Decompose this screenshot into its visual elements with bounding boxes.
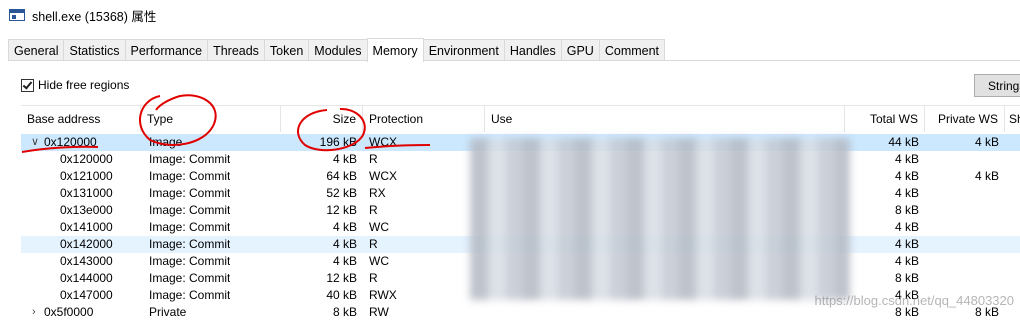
cell-size: 12 kB — [326, 271, 357, 285]
cell-type: Image: Commit — [149, 169, 231, 183]
cell-protection: RW — [369, 305, 389, 319]
column-header-private-ws[interactable]: Private WS — [925, 106, 1005, 132]
cell-private-ws: 4 kB — [974, 135, 999, 149]
cell-protection: R — [369, 237, 378, 251]
column-header-total-ws[interactable]: Total WS — [845, 106, 925, 132]
window-title: shell.exe (15368) 属性 — [32, 9, 157, 24]
cell-private-ws — [925, 185, 999, 202]
chevron-down-icon[interactable]: ∨ — [31, 134, 39, 151]
cell-total-ws: 4 kB — [894, 186, 919, 200]
cell-private-ws — [925, 219, 999, 236]
column-header-use[interactable]: Use — [485, 106, 845, 132]
cell-type: Image: Commit — [149, 254, 231, 268]
cell-base-address: 0x144000 — [60, 271, 113, 285]
cell-size: 4 kB — [332, 152, 357, 166]
cell-total-ws: 4 kB — [894, 254, 919, 268]
cell-protection: R — [369, 152, 378, 166]
cell-size: 4 kB — [332, 237, 357, 251]
hide-free-regions-toggle[interactable]: Hide free regions — [21, 78, 129, 92]
title-bar: shell.exe (15368) 属性 — [0, 0, 1020, 30]
cell-type: Image: Commit — [149, 220, 231, 234]
cell-type: Image: Commit — [149, 186, 231, 200]
tab-token[interactable]: Token — [263, 39, 310, 61]
hide-free-regions-checkbox[interactable] — [21, 78, 34, 92]
tab-general[interactable]: General — [8, 39, 65, 61]
cell-protection: WC — [369, 220, 389, 234]
tab-threads[interactable]: Threads — [207, 39, 265, 61]
watermark: https://blog.csdn.net/qq_44803320 — [814, 293, 1015, 308]
cell-base-address: 0x13e000 — [60, 203, 113, 217]
cell-private-ws — [925, 236, 999, 253]
cell-size: 64 kB — [326, 169, 357, 183]
cell-size: 4 kB — [332, 220, 357, 234]
cell-protection: WC — [369, 254, 389, 268]
cell-base-address: 0x141000 — [60, 220, 113, 234]
cell-base-address: 0x131000 — [60, 186, 113, 200]
tab-modules[interactable]: Modules — [308, 39, 368, 61]
column-header-type[interactable]: Type — [141, 106, 281, 132]
cell-protection: RX — [369, 186, 386, 200]
cell-type: Image: Commit — [149, 288, 231, 302]
tab-divider — [8, 60, 1020, 61]
cell-protection: RWX — [369, 288, 397, 302]
cell-total-ws: 4 kB — [894, 169, 919, 183]
tab-performance[interactable]: Performance — [124, 39, 209, 61]
cell-protection: WCX — [369, 169, 397, 183]
redacted-use-column — [470, 138, 850, 300]
cell-type: Image: Commit — [149, 152, 231, 166]
checkbox-check-icon — [22, 78, 33, 90]
column-header-size[interactable]: Size — [281, 106, 363, 132]
cell-size: 196 kB — [319, 135, 357, 149]
cell-size: 4 kB — [332, 254, 357, 268]
cell-protection: WCX — [369, 135, 397, 149]
tab-environment[interactable]: Environment — [422, 39, 505, 61]
chevron-right-icon[interactable]: › — [32, 304, 36, 320]
cell-total-ws: 4 kB — [894, 220, 919, 234]
cell-size: 8 kB — [332, 305, 357, 319]
cell-private-ws — [925, 151, 999, 168]
column-header-protection[interactable]: Protection — [363, 106, 485, 132]
strings-button[interactable]: Strings — [974, 74, 1020, 97]
tab-statistics[interactable]: Statistics — [63, 39, 126, 61]
cell-size: 52 kB — [326, 186, 357, 200]
cell-base-address: 0x5f0000 — [44, 305, 94, 319]
hide-free-regions-label[interactable]: Hide free regions — [38, 78, 129, 92]
cell-total-ws: 44 kB — [888, 135, 919, 149]
cell-size: 12 kB — [326, 203, 357, 217]
column-header-base-address[interactable]: Base address — [21, 106, 141, 132]
cell-total-ws: 4 kB — [894, 237, 919, 251]
cell-type: Private — [149, 305, 187, 319]
tab-handles[interactable]: Handles — [503, 39, 562, 61]
cell-base-address: 0x121000 — [60, 169, 113, 183]
cell-total-ws: 8 kB — [894, 203, 919, 217]
tab-memory[interactable]: Memory — [366, 38, 424, 62]
cell-base-address: 0x147000 — [60, 288, 113, 302]
cell-private-ws — [925, 253, 999, 270]
cell-total-ws: 4 kB — [894, 152, 919, 166]
cell-protection: R — [369, 271, 378, 285]
window-icon — [9, 9, 25, 21]
tab-strip: General Statistics Performance Threads T… — [8, 38, 666, 62]
cell-private-ws — [925, 202, 999, 219]
cell-base-address: 0x120000 — [60, 152, 113, 166]
column-header-shareable[interactable]: Sh — [1005, 106, 1020, 132]
cell-base-address: 0x142000 — [60, 237, 113, 251]
cell-type: Image — [149, 135, 183, 149]
cell-total-ws: 8 kB — [894, 271, 919, 285]
cell-base-address: 0x143000 — [60, 254, 113, 268]
cell-type: Image: Commit — [149, 203, 231, 217]
cell-type: Image: Commit — [149, 237, 231, 251]
table-header: Base address Type Size Protection Use To… — [21, 106, 1020, 132]
cell-type: Image: Commit — [149, 271, 231, 285]
tab-comment[interactable]: Comment — [598, 39, 666, 61]
cell-base-address: 0x120000 — [44, 135, 97, 149]
cell-protection: R — [369, 203, 378, 217]
cell-size: 40 kB — [326, 288, 357, 302]
cell-private-ws — [925, 270, 999, 287]
tab-gpu[interactable]: GPU — [560, 39, 600, 61]
cell-private-ws: 4 kB — [974, 169, 999, 183]
